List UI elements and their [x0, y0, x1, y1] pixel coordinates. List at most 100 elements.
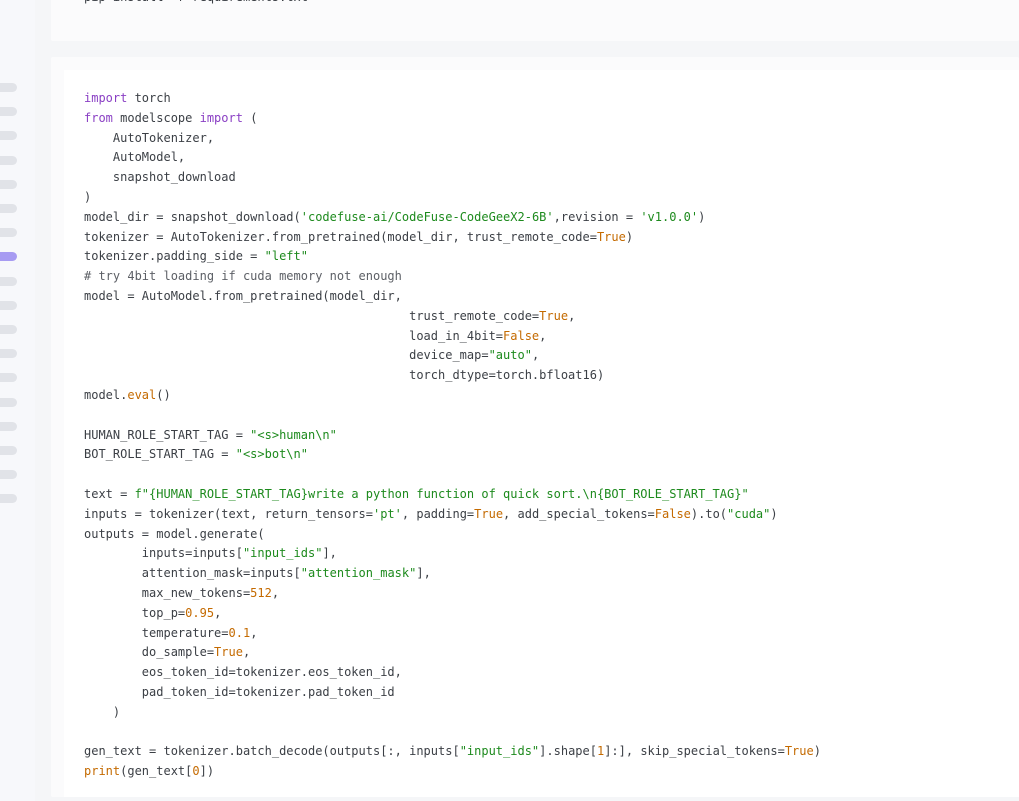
- toc-marker[interactable]: [0, 325, 17, 334]
- code-token: ],: [416, 566, 431, 581]
- toc-marker[interactable]: [0, 131, 17, 140]
- code-token: ): [770, 506, 778, 521]
- code-line: top_p=0.95,: [84, 604, 821, 624]
- code-token: ): [84, 189, 92, 204]
- code-token: torch: [127, 91, 171, 105]
- toc-marker[interactable]: [0, 446, 17, 455]
- example-code[interactable]: import torch from modelscope import ( Aut…: [84, 89, 821, 782]
- code-token: eos_token_id=tokenizer.eos_token_id,: [84, 665, 402, 680]
- code-token: ,: [242, 645, 251, 660]
- toc-marker[interactable]: [0, 204, 17, 213]
- code-token: torch_dtype=torch.bfloat16): [84, 368, 605, 383]
- code-token: ).to(: [690, 506, 728, 521]
- code-token: "<s>bot\n": [235, 447, 308, 462]
- code-line: trust_remote_code=True,: [84, 307, 821, 327]
- code-token: tokenizer.padding_side =: [84, 249, 265, 264]
- code-token: ): [84, 704, 121, 719]
- install-code[interactable]: pip install -r requirements.txt: [84, 0, 308, 8]
- code-line: torch_dtype=torch.bfloat16): [84, 366, 821, 386]
- toc-marker[interactable]: [0, 156, 17, 165]
- code-token: from: [84, 110, 113, 125]
- code-token: pip install -r requirements.txt: [84, 0, 308, 4]
- code-token: True: [596, 229, 626, 244]
- code-token: "cuda": [727, 506, 771, 521]
- code-token: True: [539, 308, 569, 323]
- code-line: load_in_4bit=False,: [84, 327, 821, 347]
- toc-marker[interactable]: [0, 107, 17, 116]
- code-token: text =: [84, 486, 135, 501]
- code-token: "left": [264, 249, 308, 264]
- code-token: "input_ids": [459, 744, 540, 759]
- code-token: snapshot_download: [84, 170, 236, 185]
- code-line: eos_token_id=tokenizer.eos_token_id,: [84, 663, 821, 683]
- code-line: model.eval(): [84, 386, 821, 406]
- code-token: ]:], skip_special_tokens=: [604, 744, 785, 759]
- code-line: outputs = model.generate(: [84, 525, 821, 545]
- toc-marker[interactable]: [0, 252, 17, 261]
- toc-rail: [0, 0, 35, 801]
- code-token: "input_ids": [242, 546, 323, 561]
- code-token: import: [199, 110, 243, 125]
- code-line: AutoTokenizer,: [84, 129, 821, 149]
- toc-marker[interactable]: [0, 494, 17, 503]
- code-token: (: [242, 110, 258, 125]
- code-token: gen_text = tokenizer.batch_decode(output…: [84, 744, 460, 759]
- toc-marker[interactable]: [0, 349, 17, 358]
- code-line: text = f"{HUMAN_ROLE_START_TAG}write a p…: [84, 485, 821, 505]
- code-token: 'pt': [372, 506, 402, 521]
- code-line: gen_text = tokenizer.batch_decode(output…: [84, 742, 821, 762]
- code-token: ].shape[: [539, 744, 597, 759]
- code-token: ,: [214, 605, 222, 620]
- code-token: ],: [322, 546, 337, 561]
- code-token: ,: [250, 625, 258, 640]
- example-code-block: import torch from modelscope import ( Aut…: [51, 57, 1019, 797]
- code-token: 0.95: [185, 605, 215, 620]
- toc-marker[interactable]: [0, 398, 17, 407]
- toc-marker[interactable]: [0, 180, 17, 189]
- code-token: ): [813, 744, 821, 759]
- code-token: eval: [127, 387, 157, 402]
- code-line: attention_mask=inputs["attention_mask"],: [84, 564, 821, 584]
- code-token: "auto": [488, 348, 532, 363]
- code-token: 'v1.0.0': [640, 209, 699, 224]
- toc-marker[interactable]: [0, 301, 17, 310]
- code-token: True: [474, 506, 504, 521]
- code-token: temperature=: [84, 625, 229, 640]
- code-token: outputs = model.generate(: [84, 526, 265, 541]
- toc-marker[interactable]: [0, 373, 17, 382]
- code-token: inputs=inputs[: [84, 546, 243, 561]
- code-token: , padding=: [401, 506, 475, 521]
- code-token: ): [625, 229, 634, 244]
- code-token: AutoTokenizer,: [84, 130, 215, 145]
- toc-marker[interactable]: [0, 83, 17, 92]
- code-line: pip install -r requirements.txt: [84, 0, 308, 8]
- toc-marker[interactable]: [0, 422, 17, 431]
- code-token: 0.1: [228, 625, 251, 640]
- code-line: pad_token_id=tokenizer.pad_token_id: [84, 683, 821, 703]
- code-token: , add_special_tokens=: [503, 506, 655, 521]
- code-token: "attention_mask": [300, 566, 417, 581]
- code-token: model = AutoModel.from_pretrained(model_…: [84, 288, 402, 303]
- code-line: ): [84, 703, 821, 723]
- code-token: print: [84, 764, 121, 779]
- code-token: False: [503, 328, 540, 343]
- toc-marker[interactable]: [0, 228, 17, 237]
- code-token: do_sample=: [84, 645, 215, 660]
- code-token: trust_remote_code=: [84, 308, 540, 323]
- code-line: import torch: [84, 89, 821, 109]
- code-line: AutoModel,: [84, 148, 821, 168]
- code-token: AutoModel,: [84, 150, 186, 165]
- code-token: model_dir = snapshot_download(: [84, 209, 301, 224]
- code-token: ): [698, 209, 706, 224]
- code-line: snapshot_download: [84, 168, 821, 188]
- toc-marker[interactable]: [0, 277, 17, 286]
- code-token: 'codefuse-ai/CodeFuse-CodeGeeX2-6B': [300, 209, 554, 224]
- code-token: modelscope: [112, 110, 200, 125]
- code-token: ,: [531, 348, 540, 363]
- toc-marker[interactable]: [0, 470, 17, 479]
- code-line: model_dir = snapshot_download('codefuse-…: [84, 208, 821, 228]
- code-token: top_p=: [84, 605, 186, 620]
- code-line: model = AutoModel.from_pretrained(model_…: [84, 287, 821, 307]
- code-token: ,: [539, 328, 547, 343]
